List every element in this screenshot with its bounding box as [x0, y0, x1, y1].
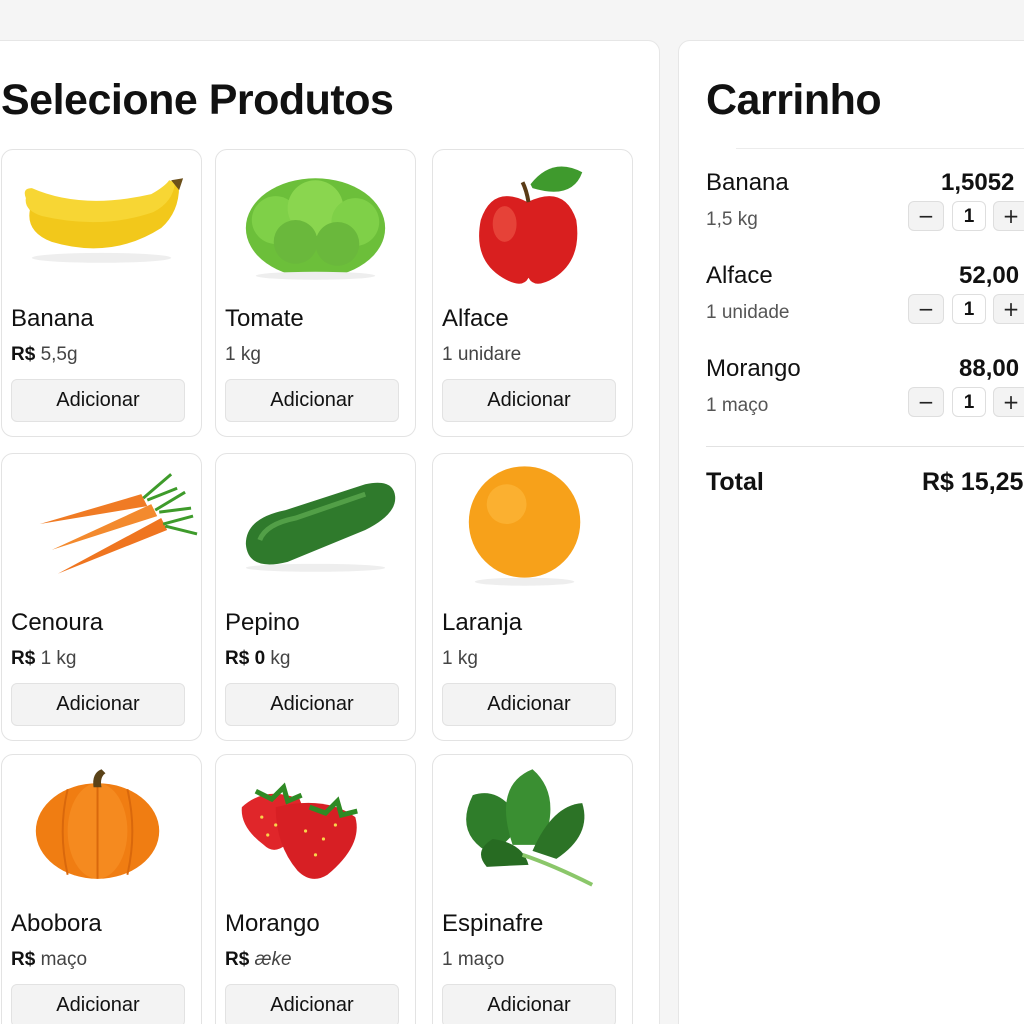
cart-title: Carrinho [706, 76, 882, 124]
product-price: R$ ӕke [225, 949, 292, 970]
product-name: Banana [11, 305, 94, 332]
cart-item-quantity-label: 1 unidade [706, 302, 790, 323]
cart-item-morango: Morango 88,00 1 maço − 1 + [706, 355, 1024, 445]
increment-button[interactable]: + [993, 201, 1024, 231]
decrement-button[interactable]: − [908, 387, 944, 417]
product-card-cenoura: Cenoura R$ 1 kg Adicionar [1, 453, 202, 741]
product-price: R$ maço [11, 949, 88, 970]
product-price: 1 unidare [442, 344, 522, 365]
cart-item-alface: Alface 52,00 1 unidade − 1 + [706, 262, 1024, 352]
product-price: 1 maço [442, 949, 505, 970]
cart-divider [736, 148, 1024, 149]
product-card-morango: Morango R$ ӕke Adicionar [215, 754, 416, 1024]
product-name: Espinafre [442, 910, 544, 937]
cart-item-name: Banana [706, 169, 789, 196]
cart-item-price: 88,00 [959, 355, 1020, 382]
cart-total-divider [706, 446, 1024, 447]
product-name: Pepino [225, 609, 300, 636]
quantity-value[interactable]: 1 [952, 201, 986, 231]
product-name: Alface [442, 305, 509, 332]
cart-item-quantity-label: 1,5 kg [706, 209, 758, 230]
product-price: R$ 5,5g [11, 344, 78, 365]
add-alface-button[interactable]: Adicionar [442, 379, 616, 422]
product-name: Cenoura [11, 609, 104, 636]
add-laranja-button[interactable]: Adicionar [442, 683, 616, 726]
product-price: 1 kg [442, 648, 478, 669]
product-name: Laranja [442, 609, 523, 636]
product-price: R$ 1 kg [11, 648, 77, 669]
increment-button[interactable]: + [993, 294, 1024, 324]
product-card-espinafre: Espinafre 1 maço Adicionar [432, 754, 633, 1024]
add-abobora-button[interactable]: Adicionar [11, 984, 185, 1024]
quantity-value[interactable]: 1 [952, 387, 986, 417]
product-card-pepino: Pepino R$ 0 kg Adicionar [215, 453, 416, 741]
strawberry-icon [216, 755, 415, 905]
product-card-banana: Banana R$ 5,5g Adicionar [1, 149, 202, 437]
decrement-button[interactable]: − [908, 294, 944, 324]
orange-icon [433, 454, 632, 604]
cart-item-banana: Banana 1,5052 1,5 kg − 1 + [706, 169, 1024, 259]
cart-panel: Carrinho Banana 1,5052 1,5 kg − 1 + Alfa… [678, 40, 1024, 1024]
cart-item-price: 1,5052 [941, 169, 1015, 196]
product-card-laranja: Laranja 1 kg Adicionar [432, 453, 633, 741]
product-name: Tomate [225, 305, 304, 332]
cart-item-name: Alface [706, 262, 773, 289]
product-card-alface: Alface 1 unidare Adicionar [432, 149, 633, 437]
spinach-icon [433, 755, 632, 905]
cart-total-label: Total [706, 468, 764, 496]
pumpkin-icon [2, 755, 201, 905]
carrot-icon [2, 454, 201, 604]
decrement-button[interactable]: − [908, 201, 944, 231]
products-title: Selecione Produtos [1, 76, 394, 124]
increment-button[interactable]: + [993, 387, 1024, 417]
products-panel: Selecione Produtos Banana R$ 5,5g Adicio… [0, 40, 660, 1024]
cart-item-name: Morango [706, 355, 801, 382]
product-card-abobora: Abobora R$ maço Adicionar [1, 754, 202, 1024]
add-espinafre-button[interactable]: Adicionar [442, 984, 616, 1024]
add-banana-button[interactable]: Adicionar [11, 379, 185, 422]
add-cenoura-button[interactable]: Adicionar [11, 683, 185, 726]
app-window: Selecione Produtos Banana R$ 5,5g Adicio… [0, 0, 1024, 1024]
apple-icon [433, 150, 632, 300]
product-name: Morango [225, 910, 320, 937]
product-price: 1 kg [225, 344, 261, 365]
lettuce-icon [216, 150, 415, 300]
add-morango-button[interactable]: Adicionar [225, 984, 399, 1024]
product-card-tomate: Tomate 1 kg Adicionar [215, 149, 416, 437]
cucumber-icon [216, 454, 415, 604]
cart-item-quantity-label: 1 maço [706, 395, 769, 416]
product-name: Abobora [11, 910, 102, 937]
add-tomate-button[interactable]: Adicionar [225, 379, 399, 422]
banana-icon [2, 150, 201, 300]
product-price: R$ 0 kg [225, 648, 291, 669]
add-pepino-button[interactable]: Adicionar [225, 683, 399, 726]
cart-item-price: 52,00 [959, 262, 1020, 289]
cart-total-value: R$ 15,25 [922, 468, 1024, 496]
quantity-value[interactable]: 1 [952, 294, 986, 324]
